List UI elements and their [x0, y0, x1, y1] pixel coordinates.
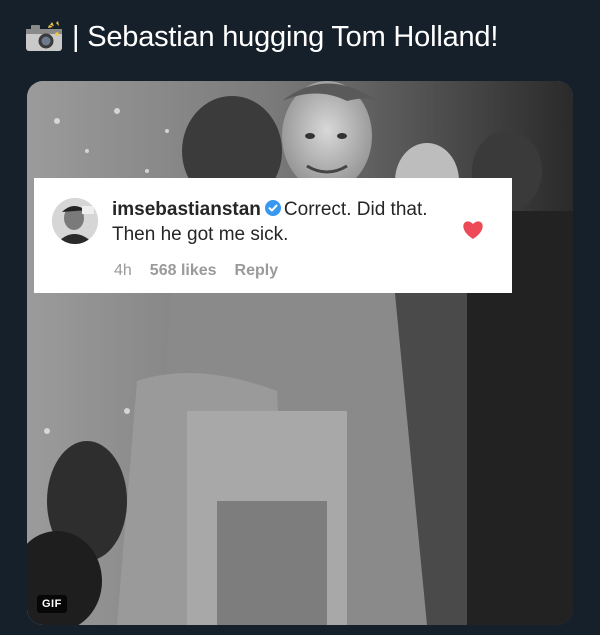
gif-media[interactable]: GIF [27, 81, 573, 625]
reply-button[interactable]: Reply [235, 262, 279, 280]
comment-time: 4h [114, 262, 132, 279]
camera-icon [22, 20, 66, 54]
avatar[interactable] [52, 198, 98, 244]
heart-icon[interactable] [462, 220, 484, 240]
tweet-text-row: | Sebastian hugging Tom Holland! [22, 12, 582, 62]
comment-likes[interactable]: 568 likes [150, 262, 217, 280]
tweet-text: | Sebastian hugging Tom Holland! [72, 20, 499, 53]
comment-card: imsebastianstan Correct. Did that. Then h… [34, 178, 512, 293]
comment-username[interactable]: imsebastianstan [112, 199, 261, 220]
comment-meta: 4h 568 likes Reply [114, 262, 278, 280]
comment-body: imsebastianstan Correct. Did that. Then h… [112, 197, 472, 247]
verified-badge-icon [264, 198, 281, 216]
gif-image [27, 81, 573, 625]
gif-badge: GIF [37, 595, 67, 613]
